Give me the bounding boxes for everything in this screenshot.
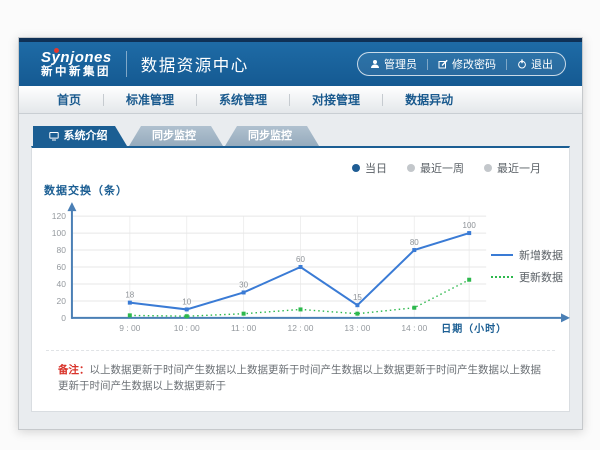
legend-item-new-data[interactable]: 新增数据 — [491, 244, 563, 266]
data-point — [185, 314, 189, 318]
y-tick-label: 40 — [57, 279, 67, 289]
data-point — [128, 313, 132, 317]
y-axis-title: 数据交换（条） — [32, 176, 569, 200]
nav-item-system-management[interactable]: 系统管理 — [197, 91, 289, 108]
footnote-label: 备注： — [58, 364, 90, 376]
x-axis-arrow-icon — [561, 313, 570, 322]
logo-company-name: 新中新集团 — [41, 66, 112, 78]
brand-divider — [126, 51, 127, 77]
nav-item-data-change[interactable]: 数据异动 — [383, 91, 475, 108]
tab-sync-monitor-2[interactable]: 同步监控 — [225, 126, 319, 146]
solid-line-icon — [491, 254, 513, 256]
chart-panel: 当日 最近一周 最近一月 数据交换（条） 9 : 00 10 : 00 11 : 0… — [31, 146, 570, 412]
x-tick-label: 10 : 00 — [174, 323, 200, 333]
period-filter-today[interactable]: 当日 — [352, 160, 387, 176]
power-icon — [517, 59, 527, 69]
tab-label: 系统介绍 — [64, 126, 108, 146]
period-label: 当日 — [365, 160, 387, 176]
data-point — [242, 312, 246, 316]
period-filter-group: 当日 最近一周 最近一月 — [32, 156, 569, 176]
data-point — [467, 231, 471, 235]
data-point — [412, 306, 416, 310]
x-tick-label: 12 : 00 — [288, 323, 314, 333]
y-tick-label: 0 — [61, 313, 66, 323]
tab-bar: 系统介绍 同步监控 同步监控 — [33, 126, 570, 146]
y-tick-label: 100 — [52, 228, 66, 238]
app-window: Synjones 新中新集团 数据资源中心 管理员 修改密码 退出 首页 — [18, 37, 583, 430]
brand: Synjones 新中新集团 数据资源中心 — [41, 50, 249, 79]
legend-label: 新增数据 — [519, 247, 563, 263]
dotted-line-icon — [491, 276, 513, 278]
page-title: 数据资源中心 — [141, 52, 249, 76]
data-point — [355, 303, 359, 307]
admin-button[interactable]: 管理员 — [370, 56, 417, 72]
y-tick-label: 60 — [57, 262, 67, 272]
x-axis-title: 日期（小时） — [441, 322, 507, 335]
x-tick-label: 14 : 00 — [401, 323, 427, 333]
period-label: 最近一周 — [420, 160, 464, 176]
admin-label: 管理员 — [384, 56, 417, 72]
period-filter-last-week[interactable]: 最近一周 — [407, 160, 464, 176]
monitor-icon — [49, 131, 59, 141]
data-point — [128, 301, 132, 305]
nav-item-home[interactable]: 首页 — [35, 91, 103, 108]
logout-button[interactable]: 退出 — [517, 56, 553, 72]
data-point-label: 100 — [463, 221, 477, 230]
data-point — [242, 290, 246, 294]
content-area: 系统介绍 同步监控 同步监控 当日 最近一周 — [19, 114, 582, 412]
data-point-label: 80 — [410, 238, 419, 247]
tab-label: 同步监控 — [248, 126, 292, 146]
logo-accent-dot — [54, 48, 59, 53]
data-point-label: 18 — [125, 291, 134, 300]
period-label: 最近一月 — [497, 160, 541, 176]
footnote: 备注：以上数据更新于时间产生数据以上数据更新于时间产生数据以上数据更新于时间产生… — [46, 350, 555, 399]
x-tick-label: 9 : 00 — [119, 323, 140, 333]
change-password-button[interactable]: 修改密码 — [438, 56, 496, 72]
data-point — [355, 312, 359, 316]
series-legend: 新增数据 更新数据 — [491, 244, 563, 288]
radio-icon — [484, 164, 492, 172]
data-point — [467, 278, 471, 282]
radio-icon — [407, 164, 415, 172]
data-point-label: 10 — [182, 297, 191, 306]
period-filter-last-month[interactable]: 最近一月 — [484, 160, 541, 176]
app-header: Synjones 新中新集团 数据资源中心 管理员 修改密码 退出 — [19, 42, 582, 86]
legend-label: 更新数据 — [519, 269, 563, 285]
logo-wordmark: Synjones — [41, 50, 112, 66]
legend-item-updated-data[interactable]: 更新数据 — [491, 266, 563, 288]
line-chart: 9 : 00 10 : 00 11 : 00 12 : 00 13 : 00 14 : 0… — [32, 200, 569, 340]
radio-icon — [352, 164, 360, 172]
tab-sync-monitor-1[interactable]: 同步监控 — [129, 126, 223, 146]
data-point — [185, 307, 189, 311]
y-axis-arrow-icon — [67, 202, 76, 211]
edit-icon — [438, 59, 448, 69]
change-password-label: 修改密码 — [452, 56, 496, 72]
tab-system-intro[interactable]: 系统介绍 — [33, 126, 127, 146]
pill-divider — [427, 59, 428, 70]
data-point — [412, 248, 416, 252]
pill-divider — [506, 59, 507, 70]
x-tick-label: 13 : 00 — [344, 323, 370, 333]
nav-item-standard-management[interactable]: 标准管理 — [104, 91, 196, 108]
y-tick-label: 20 — [57, 296, 67, 306]
x-tick-label: 11 : 00 — [231, 323, 257, 333]
tab-label: 同步监控 — [152, 126, 196, 146]
y-tick-label: 120 — [52, 211, 66, 221]
data-point-label: 60 — [296, 255, 305, 264]
data-point-label: 15 — [353, 293, 362, 302]
y-tick-label: 80 — [57, 245, 67, 255]
data-point — [299, 265, 303, 269]
footnote-text: 以上数据更新于时间产生数据以上数据更新于时间产生数据以上数据更新于时间产生数据以… — [58, 364, 541, 392]
nav-item-integration-management[interactable]: 对接管理 — [290, 91, 382, 108]
logout-label: 退出 — [531, 56, 553, 72]
brand-logo: Synjones 新中新集团 — [41, 50, 112, 79]
user-menu: 管理员 修改密码 退出 — [357, 52, 566, 76]
data-point-label: 30 — [239, 280, 248, 289]
main-nav: 首页 标准管理 系统管理 对接管理 数据异动 — [19, 86, 582, 114]
person-icon — [370, 59, 380, 69]
data-point — [299, 307, 303, 311]
